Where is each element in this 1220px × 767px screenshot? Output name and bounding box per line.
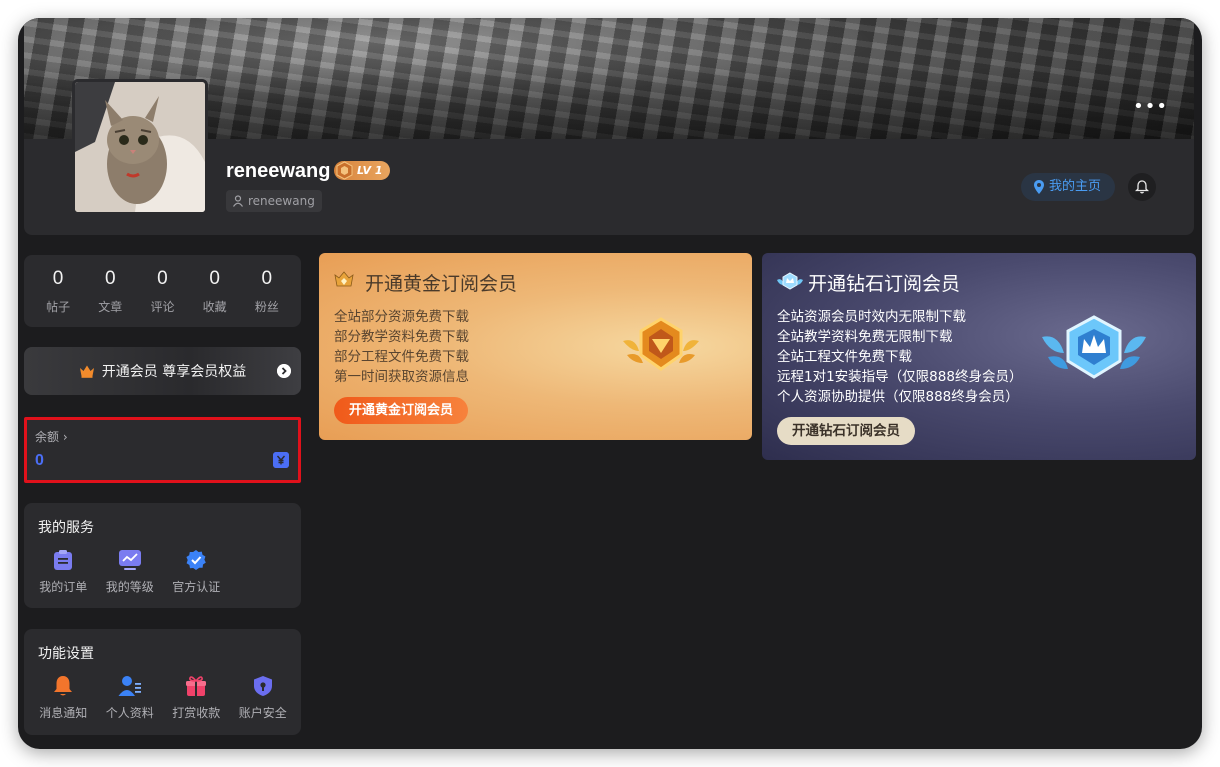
gold-perk: 第一时间获取资源信息 [334, 369, 469, 385]
service-label: 我的订单 [39, 580, 88, 594]
service-label: 官方认证 [172, 580, 221, 594]
gold-perk: 部分教学资料免费下载 [334, 329, 469, 345]
diamond-medal-icon [1042, 315, 1146, 379]
diamond-perk: 个人资源协助提供（仅限888终身会员） [777, 389, 1019, 405]
diamond-membership-card: 开通钻石订阅会员 全站资源会员时效内无限制下载 全站教学资料免费无限制下载 全站… [762, 253, 1196, 460]
stat-value: 0 [209, 268, 220, 289]
gold-medal-icon [623, 317, 699, 371]
chevron-right-icon [277, 364, 291, 378]
gold-badge-icon [334, 271, 354, 287]
stat-favorites[interactable]: 0 收藏 [191, 255, 239, 327]
vip-upgrade-label: 开通会员 尊享会员权益 [101, 364, 247, 380]
service-my-level[interactable]: 我的等级 [97, 549, 164, 595]
stat-label: 粉丝 [254, 300, 279, 314]
chart-icon [118, 550, 141, 570]
stats-panel: 0 帖子 0 文章 0 评论 0 收藏 0 粉丝 [24, 255, 301, 327]
stat-value: 0 [52, 268, 64, 289]
my-homepage-label: 我的主页 [1049, 179, 1102, 194]
diamond-perk: 远程1对1安装指导（仅限888终身会员） [777, 369, 1023, 385]
stat-value: 0 [104, 268, 116, 289]
gold-perks-list: 全站部分资源免费下载 部分教学资料免费下载 部分工程文件免费下载 第一时间获取资… [334, 307, 469, 387]
user-name: reneewang [226, 160, 331, 182]
gold-card-title: 开通黄金订阅会员 [365, 273, 518, 295]
balance-panel[interactable]: 余额 › 0 [24, 417, 301, 483]
setting-label: 个人资料 [105, 706, 154, 720]
location-pin-icon [1034, 180, 1044, 194]
setting-label: 打赏收款 [172, 706, 221, 720]
notification-button[interactable] [1128, 173, 1156, 201]
setting-security[interactable]: 账户安全 [230, 675, 297, 721]
services-title: 我的服务 [38, 520, 94, 536]
setting-label: 账户安全 [238, 706, 287, 720]
balance-label[interactable]: 余额 › [35, 428, 68, 445]
gold-perk: 全站部分资源免费下载 [334, 309, 469, 325]
stat-label: 文章 [98, 300, 123, 314]
stat-label: 帖子 [46, 300, 71, 314]
setting-profile[interactable]: 个人资料 [97, 675, 164, 721]
profile-header: ••• reneewang LV 1 reneewang 我的主页 [24, 18, 1194, 235]
user-handle-text: reneewang [248, 194, 315, 208]
setting-label: 消息通知 [39, 706, 88, 720]
level-label: LV 1 [357, 164, 383, 177]
user-handle: reneewang [226, 190, 322, 212]
diamond-perk: 全站教学资料免费无限制下载 [777, 329, 953, 345]
my-homepage-button[interactable]: 我的主页 [1021, 173, 1116, 201]
level-badge: LV 1 [334, 161, 390, 180]
service-label: 我的等级 [105, 580, 154, 594]
service-verification[interactable]: 官方认证 [163, 549, 230, 595]
avatar[interactable] [72, 79, 208, 215]
person-icon [233, 195, 243, 207]
verified-icon [186, 550, 207, 570]
diamond-perk: 全站工程文件免费下载 [777, 349, 912, 365]
gift-icon [186, 676, 207, 696]
app-window: ••• reneewang LV 1 reneewang 我的主页 0 帖子 0… [18, 18, 1202, 749]
diamond-card-title: 开通钻石订阅会员 [808, 273, 961, 295]
settings-title: 功能设置 [38, 646, 94, 662]
balance-value: 0 [35, 452, 44, 469]
setting-notifications[interactable]: 消息通知 [30, 675, 97, 721]
level-hex-icon [336, 161, 353, 180]
stat-followers[interactable]: 0 粉丝 [243, 255, 291, 327]
gold-membership-card: 开通黄金订阅会员 全站部分资源免费下载 部分教学资料免费下载 部分工程文件免费下… [319, 253, 752, 440]
stat-label: 收藏 [202, 300, 227, 314]
diamond-perk: 全站资源会员时效内无限制下载 [777, 309, 966, 325]
gold-perk: 部分工程文件免费下载 [334, 349, 469, 365]
clipboard-icon [54, 550, 73, 570]
diamond-subscribe-button[interactable]: 开通钻石订阅会员 [777, 417, 915, 445]
bell-icon [1135, 180, 1149, 194]
stat-comments[interactable]: 0 评论 [138, 255, 186, 327]
diamond-badge-icon [777, 272, 803, 290]
user-icon [118, 676, 141, 696]
stat-articles[interactable]: 0 文章 [86, 255, 134, 327]
shield-icon [253, 676, 272, 696]
more-options-icon[interactable]: ••• [1133, 98, 1168, 116]
services-panel: 我的服务 我的订单 我的等级 官方认证 [24, 503, 301, 608]
setting-tips[interactable]: 打赏收款 [163, 675, 230, 721]
crown-icon [79, 365, 94, 378]
gold-subscribe-button[interactable]: 开通黄金订阅会员 [334, 397, 469, 424]
bell-icon [54, 676, 73, 696]
vip-upgrade-banner[interactable]: 开通会员 尊享会员权益 [24, 347, 301, 395]
service-my-orders[interactable]: 我的订单 [30, 549, 97, 595]
settings-panel: 功能设置 消息通知 个人资料 打赏收款 账户安全 [24, 629, 301, 735]
wallet-icon[interactable] [273, 452, 289, 468]
stat-value: 0 [261, 268, 273, 289]
stat-posts[interactable]: 0 帖子 [34, 255, 82, 327]
diamond-perks-list: 全站资源会员时效内无限制下载 全站教学资料免费无限制下载 全站工程文件免费下载 … [777, 307, 1022, 407]
stat-value: 0 [157, 268, 168, 289]
stat-label: 评论 [150, 300, 175, 314]
